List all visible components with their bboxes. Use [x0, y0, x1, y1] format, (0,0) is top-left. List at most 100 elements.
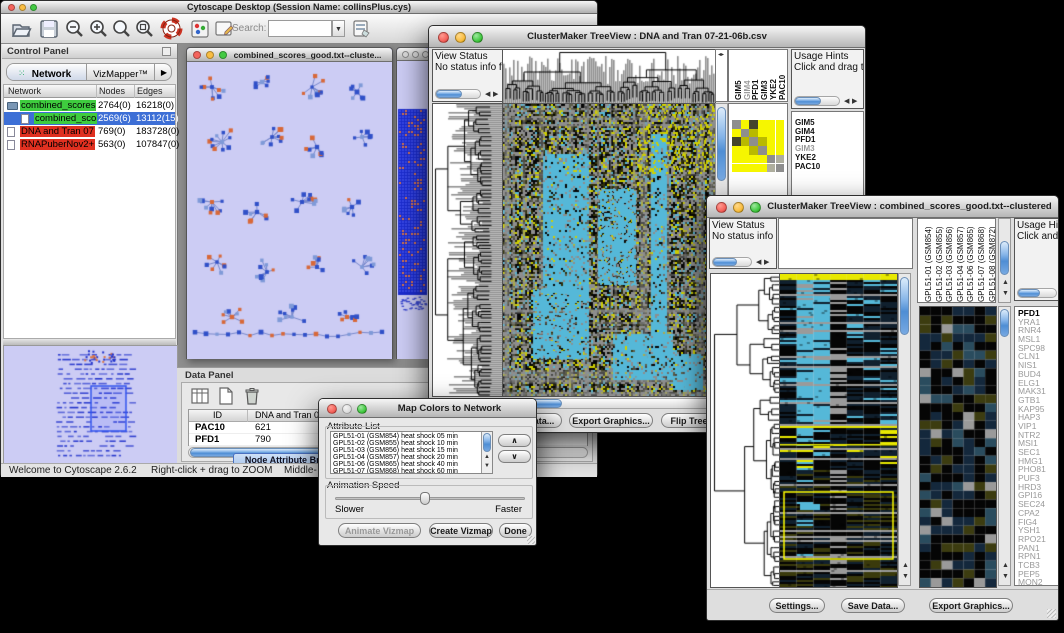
tab-more[interactable]: ▶	[155, 64, 172, 80]
animate-vizmap-button[interactable]: Animate Vizmap	[338, 523, 421, 538]
attribute-list-scrollbar[interactable]: ▲ ▼	[481, 432, 492, 473]
float-panel-icon[interactable]	[162, 47, 171, 56]
network-window2-title-bar[interactable]	[397, 48, 428, 61]
gene-label[interactable]: MON2	[1018, 577, 1043, 586]
scroll-up-icon[interactable]: ▲	[484, 454, 490, 461]
tv2-zoom-scrollbar[interactable]: ▲ ▼	[998, 306, 1011, 586]
open-file-icon[interactable]	[10, 18, 32, 40]
close-icon[interactable]	[193, 51, 201, 59]
birdseye-view[interactable]	[3, 345, 178, 464]
scroll-up-icon[interactable]: ▲	[1002, 279, 1009, 286]
tv2-label-scrollbar[interactable]: ▲ ▼	[998, 218, 1011, 303]
scroll-down-icon[interactable]: ▼	[1002, 573, 1009, 580]
vizmapper-icon[interactable]	[189, 18, 211, 40]
settings--button[interactable]: Settings...	[769, 598, 825, 613]
resize-grip[interactable]	[1047, 609, 1056, 618]
network-tree-row[interactable]: combined_scores2764(0)16218(0)	[4, 99, 175, 112]
create-vizmap-button[interactable]: Create Vizmap	[429, 523, 493, 538]
tab-vizmapper[interactable]: VizMapper™	[87, 64, 155, 80]
scroll-up-icon[interactable]: ▲	[902, 562, 909, 569]
resize-grip[interactable]	[527, 536, 535, 544]
network-window-title-bar[interactable]: combined_scores_good.txt--cluste...	[187, 48, 392, 62]
maximize-icon[interactable]	[219, 51, 227, 59]
scroll-right-icon[interactable]: ▶	[764, 259, 769, 266]
scroll-down-icon[interactable]: ▼	[902, 573, 909, 580]
tv1-heatmap[interactable]	[502, 103, 716, 397]
tv2-vscrollbar[interactable]: ▲ ▼	[898, 273, 911, 586]
scroll-right-icon[interactable]: ▶	[493, 91, 498, 98]
tv1-row-dendrogram[interactable]	[432, 103, 504, 397]
attribute-scroll-thumb[interactable]	[483, 433, 491, 452]
tv1-column-dendrogram[interactable]	[502, 49, 716, 104]
tv2-zoom-heatmap[interactable]	[919, 306, 997, 588]
close-icon[interactable]	[327, 404, 337, 414]
network-graph-canvas-2[interactable]	[397, 61, 428, 359]
tv1-usage-title: Usage Hints	[794, 51, 848, 62]
close-icon[interactable]	[402, 51, 409, 58]
new-attribute-icon[interactable]	[216, 386, 236, 406]
scroll-left-icon[interactable]: ◀	[844, 98, 849, 105]
tv2-usage-scroll-thumb[interactable]	[1018, 289, 1040, 297]
tv2-vscroll-thumb[interactable]	[900, 277, 909, 335]
export-graphics--button[interactable]: Export Graphics...	[929, 598, 1013, 613]
move-down-button[interactable]: ∨	[498, 450, 531, 463]
dialog-title-bar[interactable]: Map Colors to Network	[319, 399, 536, 418]
treeview1-title: ClusterMaker TreeView : DNA and Tran 07-…	[429, 31, 865, 42]
tab-network[interactable]: ⁙ Network	[7, 64, 87, 80]
matrix-cell	[767, 155, 776, 164]
zoom-fit-icon[interactable]	[134, 18, 156, 40]
speed-slider-track[interactable]	[335, 497, 525, 500]
attribute-list-item[interactable]: GPL51-07 (GSM868) heat shock 60 min	[333, 468, 458, 475]
network-tree-row[interactable]: RNAPuberNov2+563(0)107847(0)	[4, 138, 175, 151]
zoom-selected-icon[interactable]	[111, 18, 133, 40]
search-input[interactable]	[268, 20, 332, 37]
maximize-icon[interactable]	[357, 404, 367, 414]
speed-slider-thumb[interactable]	[420, 492, 430, 505]
resize-arrows-icon[interactable]: ◂▸	[718, 52, 724, 59]
col-network[interactable]: Network	[8, 86, 41, 96]
search-config-icon[interactable]	[351, 18, 373, 40]
treeview2-title-bar[interactable]: ClusterMaker TreeView : combined_scores_…	[707, 196, 1058, 218]
search-dropdown[interactable]: ▼	[332, 20, 345, 37]
minimize-icon[interactable]	[412, 51, 419, 58]
col-nodes[interactable]: Nodes	[99, 86, 125, 96]
network-tree-row[interactable]: DNA and Tran 07769(0)183728(0)	[4, 125, 175, 138]
tv2-heatmap[interactable]	[779, 273, 898, 588]
id-column[interactable]: ID	[213, 410, 222, 420]
tv2-row-dendrogram[interactable]	[710, 273, 780, 588]
scroll-left-icon[interactable]: ◀	[485, 91, 490, 98]
minimize-icon[interactable]	[733, 202, 744, 213]
scroll-down-icon[interactable]: ▼	[1002, 290, 1009, 297]
close-icon[interactable]	[716, 202, 727, 213]
minimize-icon[interactable]	[206, 51, 214, 59]
scroll-right-icon[interactable]: ▶	[852, 98, 857, 105]
move-up-button[interactable]: ∧	[498, 434, 531, 447]
save-icon[interactable]	[38, 18, 60, 40]
zoom-in-icon[interactable]	[88, 18, 110, 40]
tv2-column-tree-area	[778, 218, 913, 269]
matrix-cell	[741, 129, 750, 138]
minimize-icon[interactable]	[342, 404, 352, 414]
scroll-up-icon[interactable]: ▲	[1002, 562, 1009, 569]
maximize-icon[interactable]	[750, 202, 761, 213]
treeview1-title-bar[interactable]: ClusterMaker TreeView : DNA and Tran 07-…	[429, 26, 865, 48]
tv2-zoom-scroll-thumb[interactable]	[1000, 309, 1009, 337]
tv1-usage-scroll-thumb[interactable]	[795, 97, 821, 105]
tv1-vscroll-thumb[interactable]	[717, 107, 726, 181]
main-title-bar[interactable]: Cytoscape Desktop (Session Name: collins…	[1, 1, 597, 14]
tv2-status-scroll-thumb[interactable]	[713, 258, 737, 266]
zoom-out-icon[interactable]	[64, 18, 86, 40]
delete-attribute-icon[interactable]	[242, 386, 262, 406]
col-edges[interactable]: Edges	[137, 86, 163, 96]
help-lifesaver-icon[interactable]	[160, 17, 183, 40]
scroll-left-icon[interactable]: ◀	[756, 259, 761, 266]
network-graph-canvas[interactable]	[187, 62, 392, 359]
scroll-down-icon[interactable]: ▼	[484, 463, 490, 470]
export-graphics--button[interactable]: Export Graphics...	[569, 413, 653, 428]
tv2-label-scroll-thumb[interactable]	[1000, 241, 1009, 275]
network-tree-row[interactable]: combined_sco2569(6)13112(15)	[4, 112, 175, 125]
tv1-zoom-matrix[interactable]	[732, 120, 785, 173]
save-data--button[interactable]: Save Data...	[841, 598, 905, 613]
attribute-select-icon[interactable]	[190, 386, 210, 406]
tv1-status-scroll-thumb[interactable]	[436, 90, 462, 98]
